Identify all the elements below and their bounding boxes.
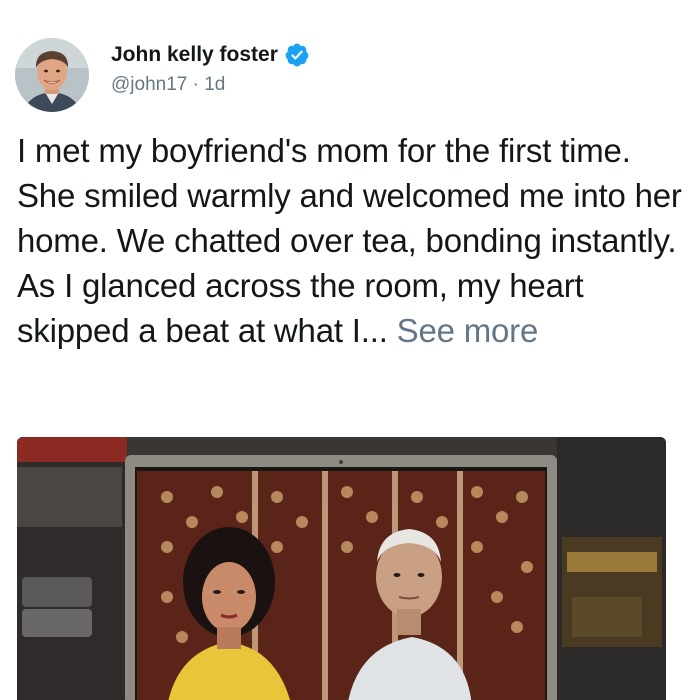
avatar[interactable] — [15, 38, 89, 112]
meta-row: @john17 · 1d — [111, 74, 310, 96]
photo-of-laptop-screen-icon — [17, 437, 666, 700]
name-row: John kelly foster — [111, 38, 310, 72]
tweet-header: John kelly foster @john17 · 1d — [15, 38, 310, 118]
tweet-body: I met my boyfriend's mom for the first t… — [17, 132, 682, 349]
avatar-image — [15, 38, 89, 112]
timestamp[interactable]: 1d — [204, 74, 225, 95]
verified-badge-icon — [284, 42, 310, 68]
tweet-text: I met my boyfriend's mom for the first t… — [17, 128, 687, 353]
see-more-link[interactable]: See more — [397, 312, 539, 349]
meta-separator: · — [192, 74, 205, 95]
user-handle[interactable]: @john17 — [111, 74, 187, 95]
tweet-media[interactable] — [17, 437, 666, 700]
display-name[interactable]: John kelly foster — [111, 43, 278, 67]
tweet-card: John kelly foster @john17 · 1d I met my … — [0, 0, 700, 700]
author-info: John kelly foster @john17 · 1d — [111, 38, 310, 96]
